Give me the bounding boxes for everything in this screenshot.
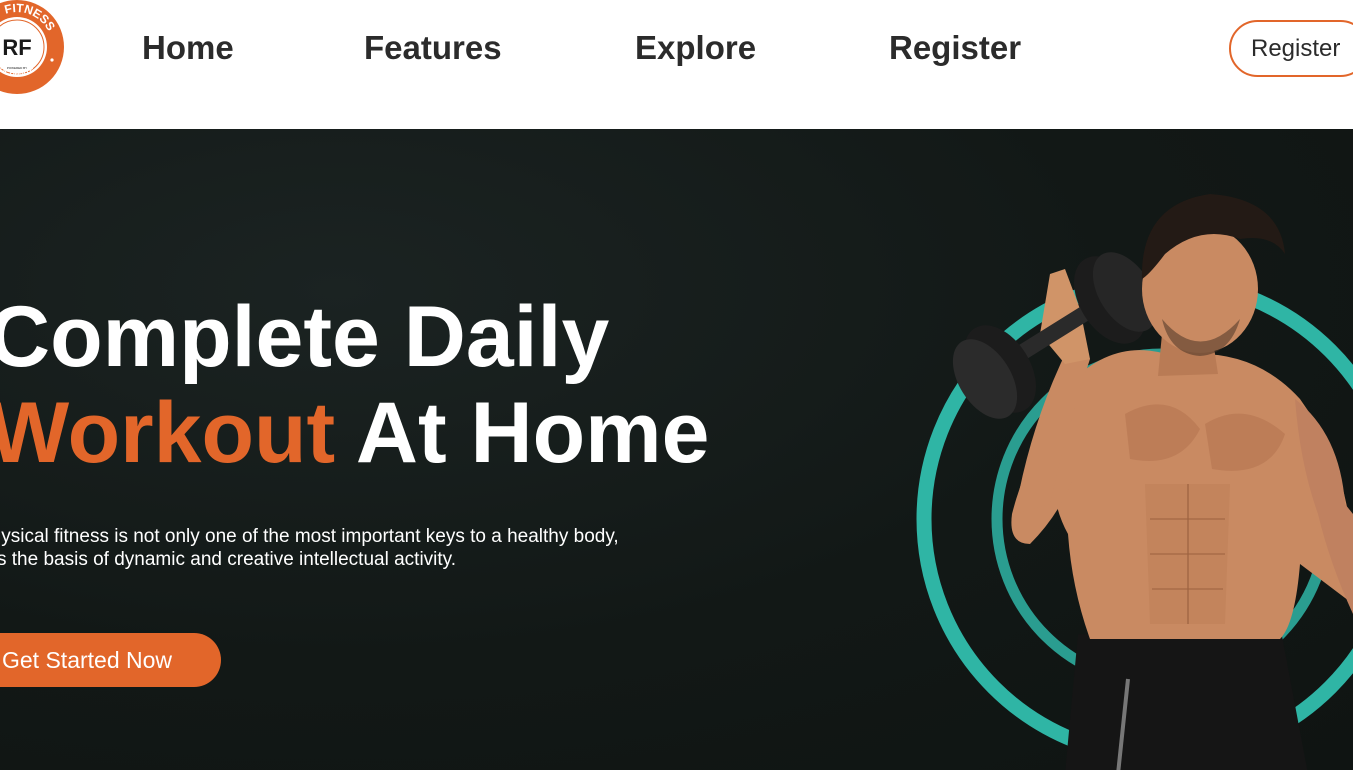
nav-register[interactable]: Register	[889, 28, 1021, 68]
shorts-shape	[1065, 634, 1308, 770]
hero-title-rest: At Home	[335, 385, 710, 481]
hero-title-accent: Workout	[0, 385, 336, 481]
hero-subtitle-line2: it is the basis of dynamic and creative …	[0, 549, 457, 570]
hero-title: Complete Daily Workout At Home	[0, 289, 748, 481]
svg-text:POWERED BY: POWERED BY	[7, 66, 27, 70]
hero-image	[900, 184, 1353, 770]
hero-subtitle: Physical fitness is not only one of the …	[0, 525, 658, 571]
get-started-button[interactable]: Get Started Now	[0, 633, 221, 687]
site-header: ENT FITNESS ULTIMATE RF POWERED BY Home …	[0, 0, 1353, 129]
logo-badge-icon: ENT FITNESS ULTIMATE RF POWERED BY	[0, 0, 64, 94]
register-button[interactable]: Register	[1229, 20, 1353, 77]
nav-features[interactable]: Features	[364, 28, 502, 68]
nav-explore[interactable]: Explore	[635, 28, 756, 68]
athlete-with-dumbbell-illustration	[916, 194, 1353, 770]
svg-text:RF: RF	[2, 35, 31, 60]
hero-section: Complete Daily Workout At Home Physical …	[0, 129, 1353, 770]
nav-home[interactable]: Home	[142, 28, 234, 68]
hero-title-line1: Complete Daily	[0, 289, 610, 385]
brand-logo[interactable]: ENT FITNESS ULTIMATE RF POWERED BY	[0, 0, 66, 96]
hero-subtitle-line1: Physical fitness is not only one of the …	[0, 526, 619, 547]
